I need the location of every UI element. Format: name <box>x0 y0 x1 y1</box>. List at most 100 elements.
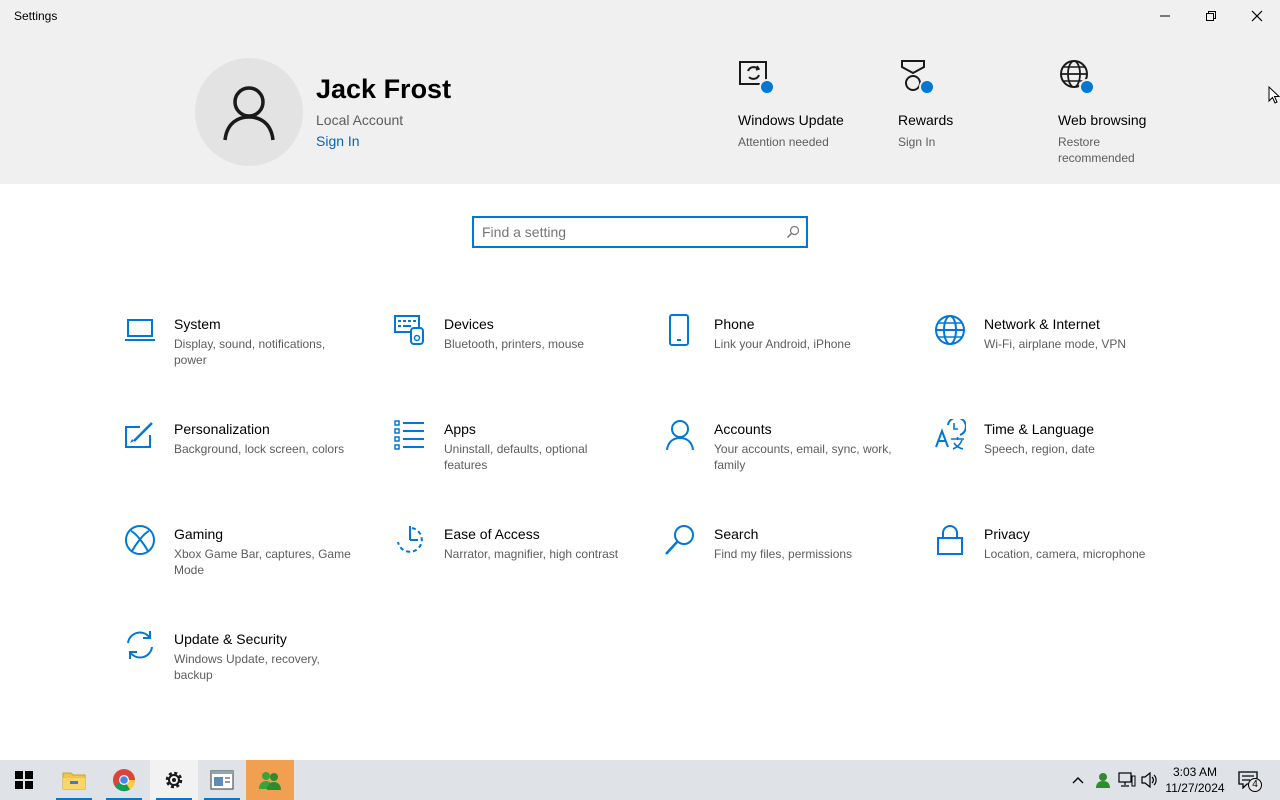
volume-icon <box>1141 772 1157 788</box>
restore-button[interactable] <box>1188 0 1234 32</box>
taskbar-settings[interactable] <box>150 760 198 800</box>
taskbar: 3:03 AM 11/27/2024 <box>0 760 1280 800</box>
window-title: Settings <box>14 9 58 23</box>
category-description: Location, camera, microphone <box>984 547 1146 561</box>
search-icon <box>665 525 694 555</box>
category-title: Devices <box>444 316 494 332</box>
category-time-language[interactable]: Time & Language Speech, region, date <box>934 419 1174 499</box>
sync-icon <box>127 631 153 659</box>
start-button[interactable] <box>0 760 48 800</box>
restore-icon <box>1206 11 1216 21</box>
status-dot <box>1079 79 1095 95</box>
category-gaming[interactable]: Gaming Xbox Game Bar, captures, Game Mod… <box>124 524 364 604</box>
ease-of-access-icon <box>397 526 423 553</box>
minimize-button[interactable] <box>1142 0 1188 32</box>
category-title: Ease of Access <box>444 526 540 542</box>
category-description: Speech, region, date <box>984 442 1095 456</box>
taskbar-app-window[interactable] <box>198 760 246 800</box>
category-update-security[interactable]: Update & Security Windows Update, recove… <box>124 629 364 709</box>
status-subtitle: Attention needed <box>738 135 829 149</box>
category-title: Gaming <box>174 526 224 542</box>
person-icon <box>666 420 694 451</box>
category-description: Background, lock screen, colors <box>174 442 345 456</box>
xbox-icon <box>125 525 155 555</box>
tray-overflow-button[interactable] <box>1068 770 1088 790</box>
category-title: Privacy <box>984 526 1030 542</box>
category-accounts[interactable]: Accounts Your accounts, email, sync, wor… <box>664 419 904 499</box>
category-title: Accounts <box>714 421 772 437</box>
category-title: System <box>174 316 221 332</box>
status-dot <box>759 79 775 95</box>
title-bar: Settings <box>0 0 1280 32</box>
avatar[interactable] <box>195 58 303 166</box>
category-personalization[interactable]: Personalization Background, lock screen,… <box>124 419 364 499</box>
people-app-icon <box>259 772 281 790</box>
category-title: Phone <box>714 316 755 332</box>
search-input[interactable] <box>482 223 772 241</box>
category-description: Narrator, magnifier, high contrast <box>444 547 619 561</box>
category-description: Windows Update, recovery, backup <box>174 652 320 682</box>
category-description: Link your Android, iPhone <box>714 337 851 351</box>
notification-count-badge: 4 <box>1248 778 1262 792</box>
network-tray-button[interactable] <box>1117 770 1137 790</box>
category-devices[interactable]: Devices Bluetooth, printers, mouse <box>394 314 634 394</box>
tray-people-icon-button[interactable] <box>1093 770 1113 790</box>
rewards-status[interactable]: Rewards Sign In <box>898 56 1048 166</box>
category-title: Apps <box>444 421 476 437</box>
taskbar-file-explorer[interactable] <box>50 760 98 800</box>
category-description: Wi-Fi, airplane mode, VPN <box>984 337 1127 351</box>
paint-icon <box>125 422 153 448</box>
account-header: Jack Frost Local Account Sign In Windows… <box>0 32 1280 184</box>
mouse-cursor-icon <box>1268 86 1280 104</box>
app-window-icon <box>210 770 234 790</box>
status-dot <box>919 79 935 95</box>
category-title: Search <box>714 526 759 542</box>
time-language-icon <box>935 419 966 450</box>
category-description: Uninstall, defaults, optional features <box>444 442 588 472</box>
category-title: Update & Security <box>174 631 287 647</box>
category-apps[interactable]: Apps Uninstall, defaults, optional featu… <box>394 419 634 499</box>
category-title: Personalization <box>174 421 270 437</box>
start-icon <box>15 771 33 789</box>
category-title: Time & Language <box>984 421 1094 437</box>
keyboard-icon <box>394 315 424 345</box>
category-description: Bluetooth, printers, mouse <box>444 337 585 351</box>
category-title: Network & Internet <box>984 316 1100 332</box>
category-network[interactable]: Network & Internet Wi-Fi, airplane mode,… <box>934 314 1174 394</box>
apps-list-icon <box>394 420 424 450</box>
category-description: Find my files, permissions <box>714 547 853 561</box>
search-icon <box>787 225 800 238</box>
windows-update-status[interactable]: Windows Update Attention needed <box>738 56 888 166</box>
category-search[interactable]: Search Find my files, permissions <box>664 524 904 604</box>
category-description: Xbox Game Bar, captures, Game Mode <box>174 547 351 577</box>
user-tray-icon <box>1096 773 1110 788</box>
file-explorer-icon <box>62 772 86 790</box>
lock-icon <box>937 525 963 555</box>
category-description: Your accounts, email, sync, work, family <box>714 442 892 472</box>
category-privacy[interactable]: Privacy Location, camera, microphone <box>934 524 1174 604</box>
category-system[interactable]: System Display, sound, notifications, po… <box>124 314 364 394</box>
taskbar-clock[interactable]: 3:03 AM 11/27/2024 <box>1160 764 1230 796</box>
status-subtitle: Restore recommended <box>1058 135 1135 165</box>
taskbar-people-app[interactable] <box>246 760 294 800</box>
find-setting-search[interactable] <box>472 216 808 248</box>
category-ease-of-access[interactable]: Ease of Access Narrator, magnifier, high… <box>394 524 634 604</box>
settings-gear-icon <box>165 771 183 789</box>
volume-tray-button[interactable] <box>1140 770 1160 790</box>
account-type: Local Account <box>316 112 404 128</box>
status-title: Rewards <box>898 112 954 128</box>
status-title: Web browsing <box>1058 112 1147 128</box>
sign-in-link[interactable]: Sign In <box>316 133 360 149</box>
close-button[interactable] <box>1234 0 1280 32</box>
category-phone[interactable]: Phone Link your Android, iPhone <box>664 314 904 394</box>
phone-icon <box>669 314 689 346</box>
close-icon <box>1251 10 1263 22</box>
chrome-icon <box>113 769 136 792</box>
clock-time: 3:03 AM <box>1172 765 1218 779</box>
user-avatar-icon <box>223 86 275 141</box>
taskbar-chrome[interactable] <box>100 760 148 800</box>
clock-date: 11/27/2024 <box>1165 781 1225 795</box>
globe-icon <box>935 315 965 345</box>
web-browsing-status[interactable]: Web browsing Restore recommended <box>1058 56 1208 196</box>
status-subtitle: Sign In <box>898 135 936 149</box>
